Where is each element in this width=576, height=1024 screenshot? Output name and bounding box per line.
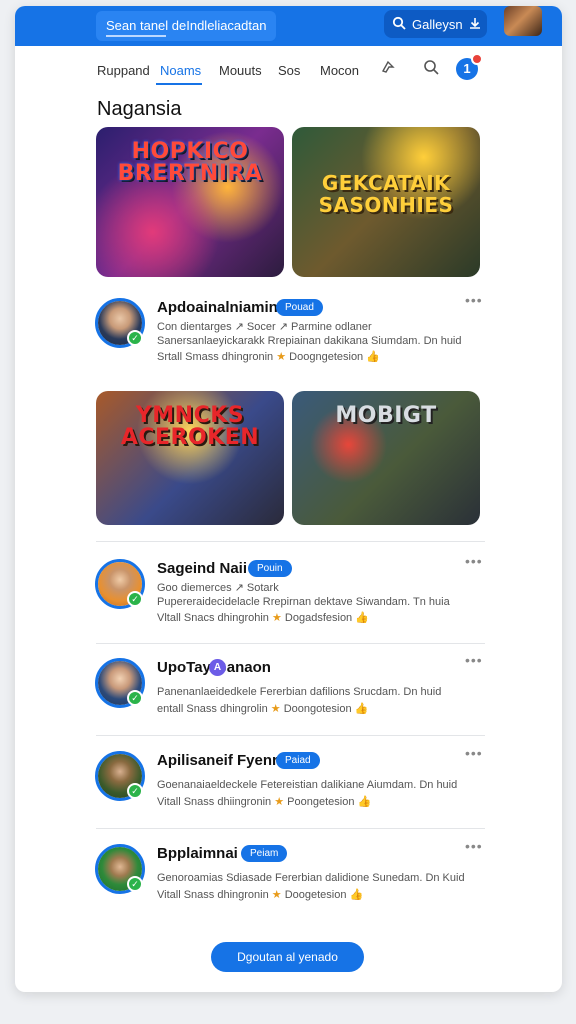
status-badge: Pouad [276, 299, 323, 316]
item-meta-text: Dogadsfesion [284, 612, 353, 624]
item-meta-text: Doogetesion [284, 889, 347, 901]
verified-check-icon: ✓ [127, 330, 143, 346]
status-badge: A [209, 659, 226, 676]
tab-ruppand[interactable]: Ruppand [97, 63, 150, 78]
item-line: Genoroamias Sdiasade Fererbian dalidione… [157, 872, 465, 884]
more-options-icon[interactable]: ••• [465, 745, 483, 761]
more-options-icon[interactable]: ••• [465, 553, 483, 569]
tab-mouuts[interactable]: Mouuts [219, 63, 262, 78]
item-line: Goenanaiaeldeckele Fetereistian dalikian… [157, 779, 458, 791]
item-meta: Srtall Smass dhingronin ★ Doogngetesion … [157, 350, 380, 363]
item-meta: entall Snass dhingrolin ★ Doongotesion 👍 [157, 702, 368, 715]
item-line: Pupereraidecidelacle Rrepirnan dektave S… [157, 596, 450, 608]
divider [96, 643, 485, 644]
user-avatar[interactable] [504, 6, 542, 36]
verified-check-icon: ✓ [127, 876, 143, 892]
verified-check-icon: ✓ [127, 783, 143, 799]
item-line: Con dientarges ↗ Socer ↗ Parmine odlaner [157, 321, 372, 333]
more-options-icon[interactable]: ••• [465, 652, 483, 668]
app-window: Sean tanel deIndleliacadtan Galleysn Rup… [15, 6, 562, 992]
thumbs-up-icon: 👍 [349, 889, 364, 901]
star-icon: ★ [271, 612, 282, 624]
item-meta-text: Vltall Snacs dhingrohin [157, 612, 269, 624]
item-meta: Vitall Snass dhiingronin ★ Poongetesion … [157, 795, 371, 808]
list-item[interactable]: ✓ UpoTay Ganaon A ••• Panenanlaeidedkele… [95, 652, 485, 728]
top-bar: Sean tanel deIndleliacadtan Galleysn [15, 6, 562, 46]
game-thumbnail[interactable]: YMNCKS ACEROKEN [96, 391, 284, 525]
list-item[interactable]: ✓ Apdoainalniamin Pouad ••• Con dientarg… [95, 292, 485, 368]
section-title: Nagansia [97, 98, 182, 120]
thumbs-up-icon: 👍 [357, 796, 372, 808]
verified-check-icon: ✓ [127, 591, 143, 607]
nav-bar: Ruppand Noams Mouuts Sos Mocon 1 [15, 46, 562, 92]
search-input[interactable]: Sean tanel deIndleliacadtan [96, 11, 276, 41]
status-badge: Pouin [248, 560, 292, 577]
item-meta-text: Vitall Snass dhingronin [157, 889, 269, 901]
search-icon [392, 16, 406, 33]
star-icon: ★ [270, 703, 281, 715]
list-item[interactable]: ✓ Bpplaimnai Peiam ••• Genoroamias Sdias… [95, 838, 485, 914]
load-more-button[interactable]: Dgoutan al yenado [211, 942, 364, 972]
item-name: Apdoainalniamin [157, 299, 278, 316]
item-name: Sageind Naii [157, 560, 248, 577]
more-options-icon[interactable]: ••• [465, 838, 483, 854]
tab-noams[interactable]: Noams [160, 63, 201, 78]
share-icon[interactable] [377, 59, 399, 81]
thumbnail-title: YMNCKS ACEROKEN [120, 403, 260, 450]
divider [96, 541, 485, 542]
thumbnail-title: MOBIGT [335, 403, 437, 428]
search-text: Sean tanel deIndleliacadtan [106, 18, 267, 33]
gallery-label: Galleysn [412, 16, 463, 32]
game-thumbnail[interactable]: HOPKICO BRERTNIRA [96, 127, 284, 277]
thumbs-up-icon: 👍 [355, 612, 369, 624]
item-line: Goo diemerces ↗ Sotark [157, 582, 279, 594]
item-line: Sanersanlaeyickarakk Rrepiainan dakikana… [157, 335, 462, 347]
item-meta-text: entall Snass dhingrolin [157, 703, 268, 715]
search-underline [106, 35, 166, 37]
tab-mocon[interactable]: Mocon [320, 63, 359, 78]
item-meta-text: Srtall Smass dhingronin [157, 351, 274, 363]
item-meta-text: Doongotesion [283, 703, 352, 715]
list-item[interactable]: ✓ Sageind Naii Pouin ••• Goo diemerces ↗… [95, 553, 485, 629]
item-meta: Vitall Snass dhingronin ★ Doogetesion 👍 [157, 888, 363, 901]
download-icon [469, 17, 481, 32]
item-name: Bpplaimnai [157, 845, 238, 862]
star-icon: ★ [276, 351, 287, 363]
verified-check-icon: ✓ [127, 690, 143, 706]
search-icon[interactable] [420, 59, 442, 81]
gallery-button[interactable]: Galleysn [384, 10, 487, 38]
status-badge: Paiad [276, 752, 320, 769]
item-meta: Vltall Snacs dhingrohin ★ Dogadsfesion 👍 [157, 611, 369, 624]
thumbnail-title: HOPKICO BRERTNIRA [117, 139, 263, 186]
status-badge: Peiam [241, 845, 288, 862]
notification-dot [471, 53, 483, 65]
star-icon: ★ [271, 889, 282, 901]
thumbs-up-icon: 👍 [366, 351, 380, 363]
divider [96, 735, 485, 736]
game-thumbnail[interactable]: GEKCATAIK SASONHIES [292, 127, 480, 277]
item-meta-text: Doogngetesion [289, 351, 364, 363]
item-meta-text: Poongetesion [287, 796, 355, 808]
item-meta-text: Vitall Snass dhiingronin [157, 796, 272, 808]
active-tab-indicator [156, 83, 202, 85]
more-options-icon[interactable]: ••• [465, 292, 483, 308]
thumbs-up-icon: 👍 [354, 703, 369, 715]
star-icon: ★ [274, 796, 285, 808]
list-item[interactable]: ✓ Apilisaneif Fyenr Paiad ••• Goenanaiae… [95, 745, 485, 821]
game-thumbnail[interactable]: MOBIGT [292, 391, 480, 525]
tab-sos[interactable]: Sos [278, 63, 300, 78]
item-line: Panenanlaeidedkele Fererbian dafilions S… [157, 686, 442, 698]
divider [96, 828, 485, 829]
thumbnail-title: GEKCATAIK SASONHIES [318, 171, 454, 217]
item-name: Apilisaneif Fyenr [157, 752, 278, 769]
